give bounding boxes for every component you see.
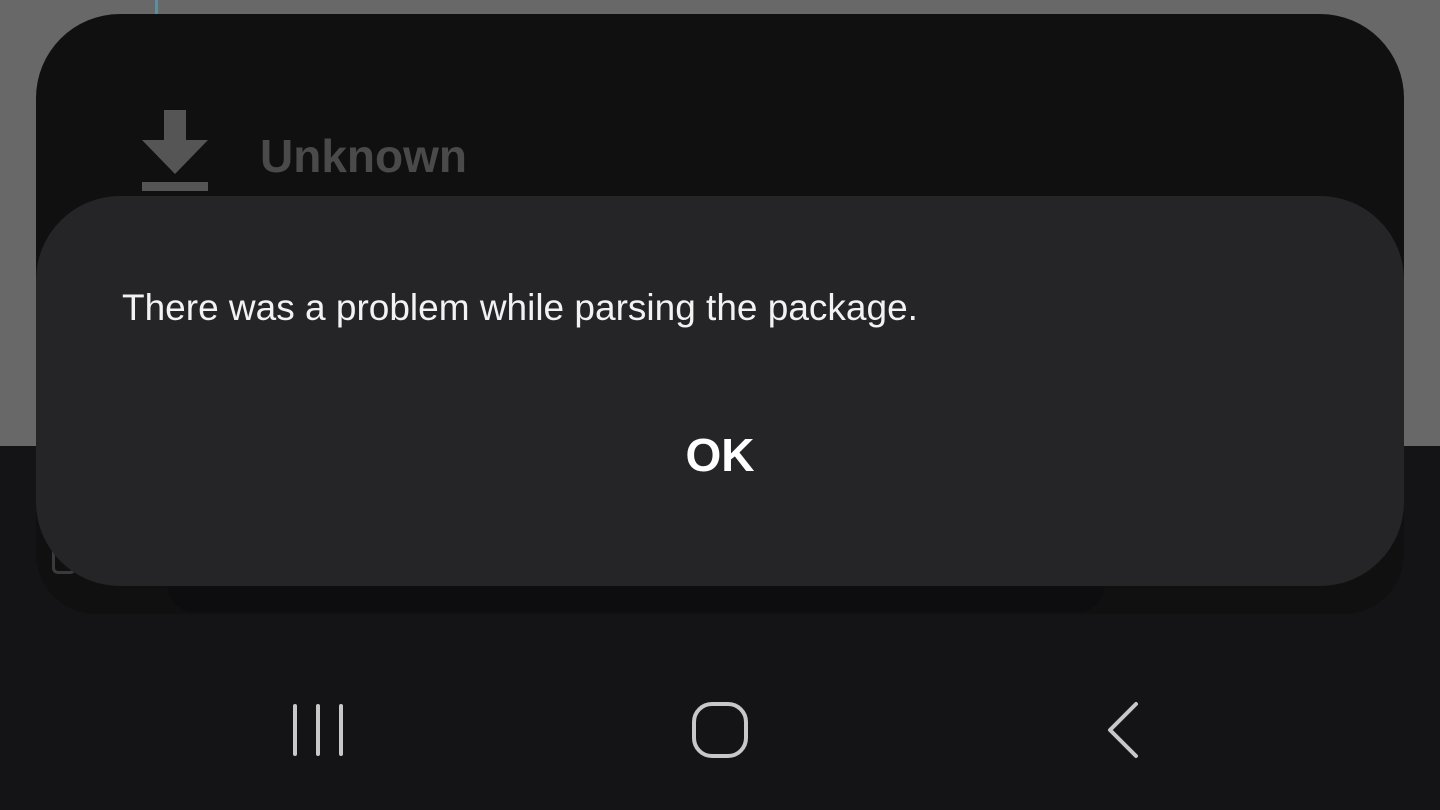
home-button[interactable] xyxy=(660,690,780,770)
ok-button[interactable]: OK xyxy=(620,416,820,494)
screen: Unknown There was a problem while parsin… xyxy=(0,0,1440,810)
back-button[interactable] xyxy=(1064,690,1184,770)
navigation-bar xyxy=(0,650,1440,810)
recents-button[interactable] xyxy=(258,690,378,770)
download-icon xyxy=(140,110,210,192)
recents-icon xyxy=(293,704,343,756)
back-icon xyxy=(1108,702,1138,758)
background-accent-line xyxy=(155,0,158,14)
home-icon xyxy=(692,702,748,758)
dialog-message: There was a problem while parsing the pa… xyxy=(122,287,918,328)
error-dialog: There was a problem while parsing the pa… xyxy=(36,196,1404,586)
installer-app-title: Unknown xyxy=(260,130,467,182)
